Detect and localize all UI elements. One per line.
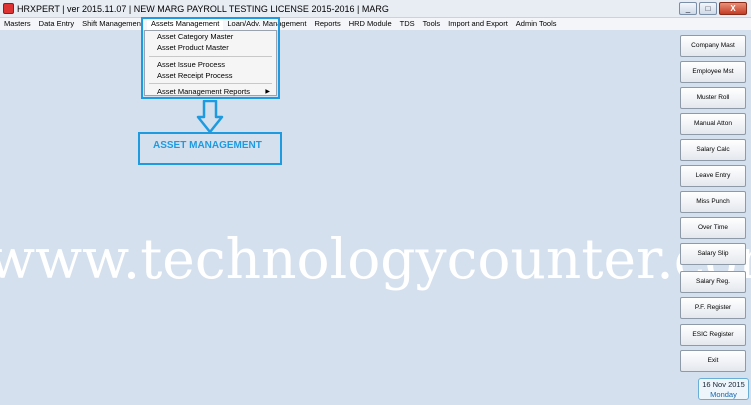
window-title: HRXPERT | ver 2015.11.07 | NEW MARG PAYR… xyxy=(17,3,389,14)
menu-import-export[interactable]: Import and Export xyxy=(444,18,512,30)
salary-calc-button[interactable]: Salary Calc xyxy=(680,139,746,161)
company-master-button[interactable]: Company Mast xyxy=(680,35,746,57)
current-day: Monday xyxy=(710,390,737,399)
title-bar: HRXPERT | ver 2015.11.07 | NEW MARG PAYR… xyxy=(0,0,751,18)
menu-hrd-module[interactable]: HRD Module xyxy=(345,18,396,30)
salary-slip-button[interactable]: Salary Slip xyxy=(680,243,746,265)
menu-reports[interactable]: Reports xyxy=(310,18,344,30)
menu-bar: Masters Data Entry Shift Management Asse… xyxy=(0,18,751,30)
down-arrow-icon xyxy=(196,100,224,134)
menu-tds[interactable]: TDS xyxy=(396,18,419,30)
window-controls: _ □ X xyxy=(679,2,747,15)
leave-entry-button[interactable]: Leave Entry xyxy=(680,165,746,187)
exit-button[interactable]: Exit xyxy=(680,350,746,372)
pf-register-button[interactable]: P.F. Register xyxy=(680,297,746,319)
minimize-button[interactable]: _ xyxy=(679,2,697,15)
menu-tools[interactable]: Tools xyxy=(419,18,445,30)
muster-roll-button[interactable]: Muster Roll xyxy=(680,87,746,109)
maximize-button[interactable]: □ xyxy=(699,2,717,15)
menu-shift-management[interactable]: Shift Management xyxy=(78,18,147,30)
annotation-label: ASSET MANAGEMENT xyxy=(153,140,262,151)
app-icon xyxy=(3,3,14,14)
highlight-frame xyxy=(141,17,280,99)
watermark-text: www.technologycounter.com xyxy=(0,227,751,291)
menu-data-entry[interactable]: Data Entry xyxy=(35,18,78,30)
miss-punch-button[interactable]: Miss Punch xyxy=(680,191,746,213)
menu-admin-tools[interactable]: Admin Tools xyxy=(512,18,561,30)
menu-masters[interactable]: Masters xyxy=(0,18,35,30)
quick-access-panel: Company Mast Employee Mst Muster Roll Ma… xyxy=(674,31,751,405)
annotation-label-box: ASSET MANAGEMENT xyxy=(138,132,282,165)
current-date: 16 Nov 2015 xyxy=(702,380,745,389)
over-time-button[interactable]: Over Time xyxy=(680,217,746,239)
close-button[interactable]: X xyxy=(719,2,747,15)
salary-register-button[interactable]: Salary Reg. xyxy=(680,271,746,293)
date-display: 16 Nov 2015 Monday xyxy=(698,378,749,400)
esic-register-button[interactable]: ESIC Register xyxy=(680,324,746,346)
employee-master-button[interactable]: Employee Mst xyxy=(680,61,746,83)
manual-attendance-button[interactable]: Manual Atton xyxy=(680,113,746,135)
